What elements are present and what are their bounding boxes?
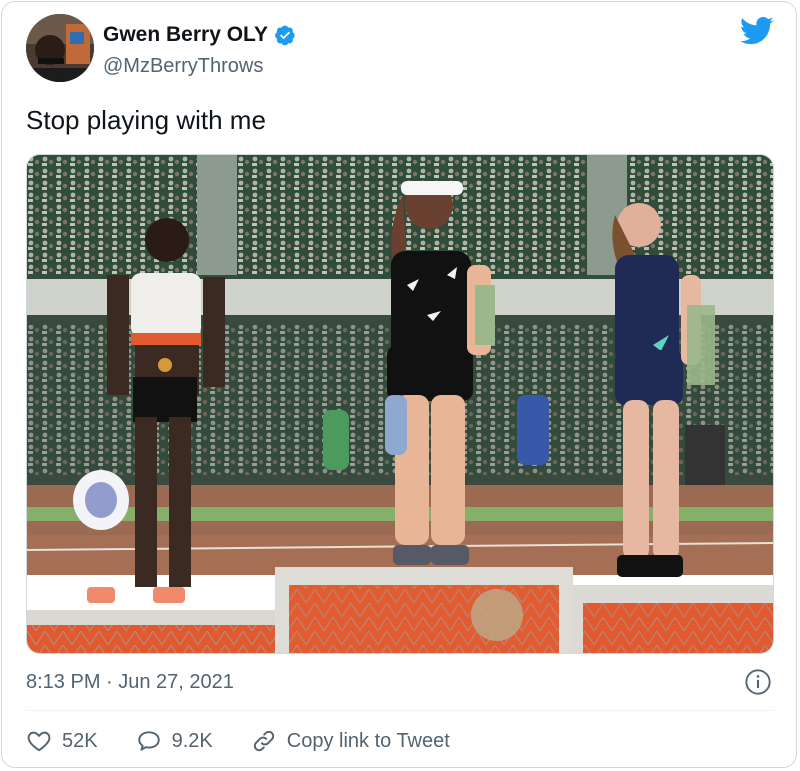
heart-icon	[27, 731, 51, 752]
link-icon	[253, 730, 274, 752]
avatar-image	[26, 14, 94, 82]
twitter-bird-icon[interactable]	[740, 16, 774, 46]
display-name[interactable]: Gwen Berry OLY	[103, 22, 268, 48]
verified-badge-icon	[275, 25, 295, 46]
reply-count: 9.2K	[171, 730, 213, 752]
copy-link-button[interactable]: Copy link to Tweet	[251, 728, 450, 754]
avatar[interactable]	[26, 14, 94, 82]
info-icon[interactable]	[744, 668, 772, 696]
tweet-timestamp[interactable]: 8:13 PM · Jun 27, 2021	[26, 670, 234, 694]
tweet-text: Stop playing with me	[26, 105, 266, 135]
copy-link-label: Copy link to Tweet	[286, 730, 450, 752]
reply-icon	[137, 731, 160, 751]
tweet-actions: 52K 9.2K Copy link to Tweet	[26, 726, 488, 756]
tweet-photo[interactable]	[26, 154, 774, 654]
podium-photo	[27, 155, 773, 653]
like-button[interactable]: 52K	[26, 728, 98, 754]
like-count: 52K	[62, 730, 98, 752]
reply-button[interactable]: 9.2K	[136, 728, 213, 754]
author-handle[interactable]: @MzBerryThrows	[103, 54, 263, 78]
divider	[26, 710, 774, 711]
author-name-row[interactable]: Gwen Berry OLY	[103, 22, 296, 48]
